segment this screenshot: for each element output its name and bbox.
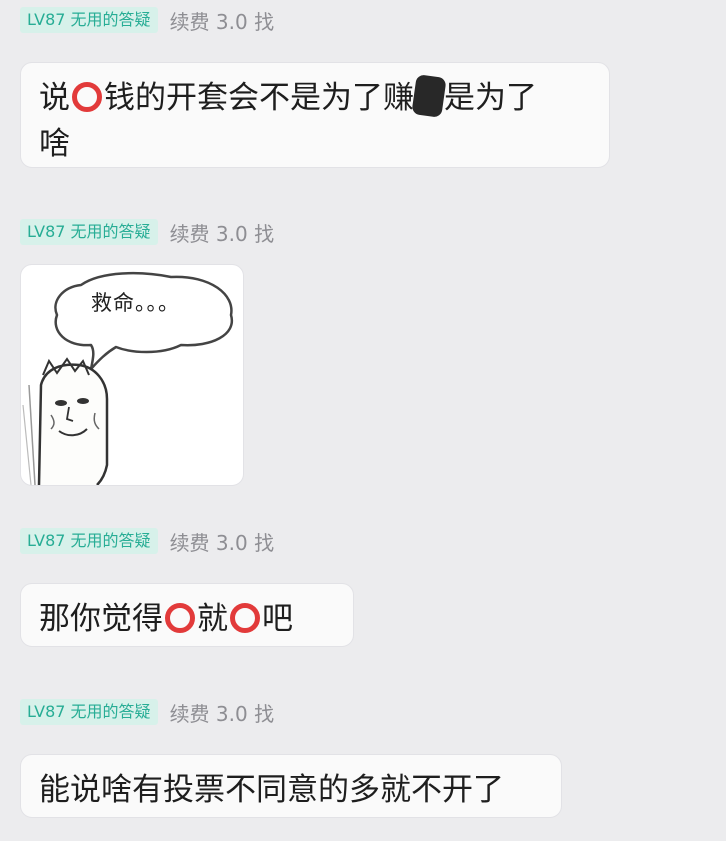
sender-name[interactable]: 续费 3.0 找 <box>170 6 275 35</box>
sender-name[interactable]: 续费 3.0 找 <box>170 527 275 556</box>
message-text: 就 <box>197 601 228 637</box>
message-bubble[interactable]: 说钱的开套会不是为了赚 是为了 啥 <box>20 62 610 168</box>
message-header: LV87 无用的答疑 续费 3.0 找 <box>20 698 274 726</box>
message-header: LV87 无用的答疑 续费 3.0 找 <box>20 6 274 34</box>
message-text-line: 那你觉得就吧 <box>39 596 333 642</box>
level-badge[interactable]: LV87 无用的答疑 <box>20 528 158 554</box>
message-text: 钱的开套会不是为了赚 <box>104 80 414 116</box>
sender-name[interactable]: 续费 3.0 找 <box>170 218 275 247</box>
message-bubble[interactable]: 那你觉得就吧 <box>20 583 354 647</box>
message-header: LV87 无用的答疑 续费 3.0 找 <box>20 218 274 246</box>
red-circle-icon <box>230 603 260 633</box>
message-text: 说 <box>39 80 70 116</box>
sticker-caption: 救命。。。 <box>91 291 180 315</box>
level-badge[interactable]: LV87 无用的答疑 <box>20 7 158 33</box>
message-text: 能说啥有投票不同意的多就不开了 <box>39 772 504 808</box>
message-text-line: 说钱的开套会不是为了赚 是为了 <box>39 74 589 121</box>
chat-message: LV87 无用的答疑 续费 3.0 找 那你觉得就吧 <box>20 527 354 647</box>
message-text: 是为了 <box>444 80 537 116</box>
redaction-smudge <box>411 74 447 118</box>
chat-message: LV87 无用的答疑 续费 3.0 找 能说啥有投票不同意的多就不开了 <box>20 698 562 818</box>
sender-name[interactable]: 续费 3.0 找 <box>170 698 275 727</box>
message-header: LV87 无用的答疑 续费 3.0 找 <box>20 527 274 555</box>
level-badge[interactable]: LV87 无用的答疑 <box>20 219 158 245</box>
message-text: 吧 <box>262 601 293 637</box>
message-bubble[interactable]: 能说啥有投票不同意的多就不开了 <box>20 754 562 818</box>
sticker-image[interactable]: 救命。。。 <box>20 264 244 486</box>
red-circle-icon <box>72 82 102 112</box>
chat-message: LV87 无用的答疑 续费 3.0 找 说钱的开套会不是为了赚 是为了 啥 <box>20 6 610 168</box>
level-badge[interactable]: LV87 无用的答疑 <box>20 699 158 725</box>
message-text: 啥 <box>39 126 70 162</box>
chat-message: LV87 无用的答疑 续费 3.0 找 救命。。。 <box>20 218 274 486</box>
message-text-line: 啥 <box>39 121 589 167</box>
red-circle-icon <box>165 603 195 633</box>
message-text: 那你觉得 <box>39 601 163 637</box>
